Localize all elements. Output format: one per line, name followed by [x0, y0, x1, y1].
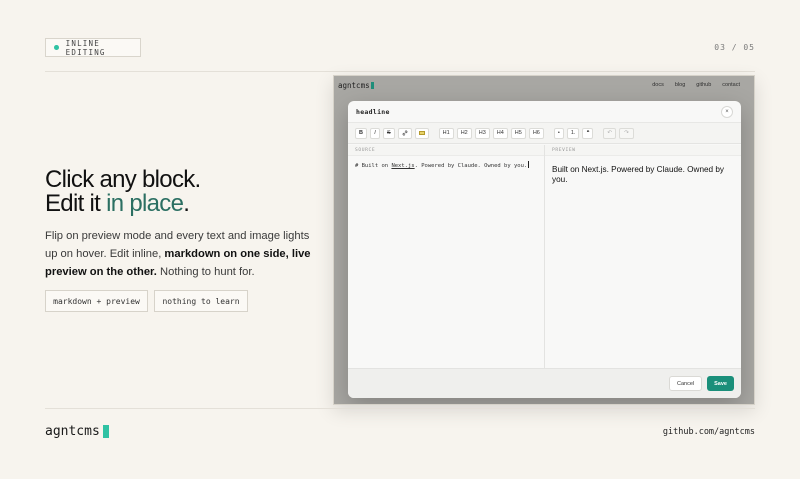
bottom-divider [45, 408, 755, 409]
nav-link-contact[interactable]: contact [722, 82, 740, 88]
site-brand-label: agntcms [338, 80, 370, 90]
hero-description: Flip on preview mode and every text and … [45, 227, 315, 281]
dot-icon [54, 45, 59, 50]
hero-line-2-accent: in place [106, 190, 184, 217]
heading3-button[interactable]: H3 [474, 127, 490, 139]
cursor-block-icon [370, 81, 374, 89]
nav-link-blog[interactable]: blog [675, 82, 685, 88]
undo-icon[interactable]: ↶ [603, 127, 617, 139]
hero-headline: Click any block. Edit it in place. [45, 168, 201, 216]
text-caret [528, 161, 530, 168]
save-button[interactable]: Save [707, 376, 734, 391]
hero-line-2-suffix: . [183, 190, 190, 217]
heading4-button[interactable]: H4 [492, 127, 508, 139]
heading1-button[interactable]: H1 [438, 127, 454, 139]
heading2-button[interactable]: H2 [456, 127, 472, 139]
strikethrough-button[interactable]: S [382, 127, 395, 139]
hero-line-2: Edit it in place. [45, 192, 201, 216]
markdown-source-input[interactable]: # Built on Next.js. Powered by Claude. O… [348, 156, 544, 174]
link-icon[interactable] [397, 127, 412, 139]
section-tag-label: INLINE EDITING [65, 38, 106, 57]
cursor-block-icon [102, 425, 109, 438]
source-label: SOURCE [348, 145, 544, 156]
nav-link-docs[interactable]: docs [652, 82, 664, 88]
footer-brand: agntcms [45, 424, 109, 439]
modal-title: headline [356, 107, 390, 116]
site-nav-links: docs blog github contact [652, 82, 740, 88]
footer-brand-label: agntcms [45, 424, 100, 439]
preview-pane: PREVIEW Built on Next.js. Powered by Cla… [545, 145, 741, 368]
top-divider [45, 71, 755, 72]
bullet-list-icon[interactable]: • [553, 127, 564, 139]
redo-icon[interactable]: ↷ [619, 127, 635, 139]
heading5-button[interactable]: H5 [510, 127, 526, 139]
chip-markdown-preview: markdown + preview [45, 290, 148, 312]
footer-github-link[interactable]: github.com/agntcms [663, 427, 755, 437]
quote-icon[interactable]: ❝ [582, 127, 594, 139]
image-icon[interactable] [414, 127, 429, 139]
numbered-list-icon[interactable]: 1. [566, 127, 580, 139]
hero-line-2-prefix: Edit it [45, 190, 107, 217]
product-screenshot: agntcms docs blog github contact headlin… [333, 75, 755, 405]
heading6-button[interactable]: H6 [528, 127, 544, 139]
edit-modal: headline × B I S H1 H2 H3 H4 H5 H6 • 1. … [348, 101, 741, 398]
source-pane[interactable]: SOURCE # Built on Next.js. Powered by Cl… [348, 145, 545, 368]
chip-nothing-to-learn: nothing to learn [154, 290, 248, 312]
nav-link-github[interactable]: github [696, 82, 711, 88]
hero-description-part2: Nothing to hunt for. [156, 266, 255, 278]
slide-counter: 03 / 05 [714, 43, 755, 52]
preview-output: Built on Next.js. Powered by Claude. Own… [552, 165, 725, 184]
site-nav: agntcms docs blog github contact [334, 76, 754, 94]
source-link-text: Next.js [391, 163, 415, 169]
close-icon[interactable]: × [721, 105, 733, 118]
modal-header: headline × [348, 101, 741, 123]
italic-button[interactable]: I [369, 127, 380, 139]
site-brand[interactable]: agntcms [338, 81, 374, 90]
preview-label: PREVIEW [545, 145, 741, 156]
source-prefix: # Built on [355, 163, 392, 169]
section-tag: INLINE EDITING [45, 38, 141, 57]
modal-footer: Cancel Save [348, 368, 741, 398]
hero-line-1: Click any block. [45, 166, 201, 193]
cancel-button[interactable]: Cancel [669, 376, 703, 391]
bold-button[interactable]: B [355, 127, 367, 139]
markdown-toolbar: B I S H1 H2 H3 H4 H5 H6 • 1. ❝ ↶ ↷ [348, 123, 741, 144]
source-suffix: . Powered by Claude. Owned by you. [414, 163, 528, 169]
editor-panes: SOURCE # Built on Next.js. Powered by Cl… [348, 145, 741, 368]
